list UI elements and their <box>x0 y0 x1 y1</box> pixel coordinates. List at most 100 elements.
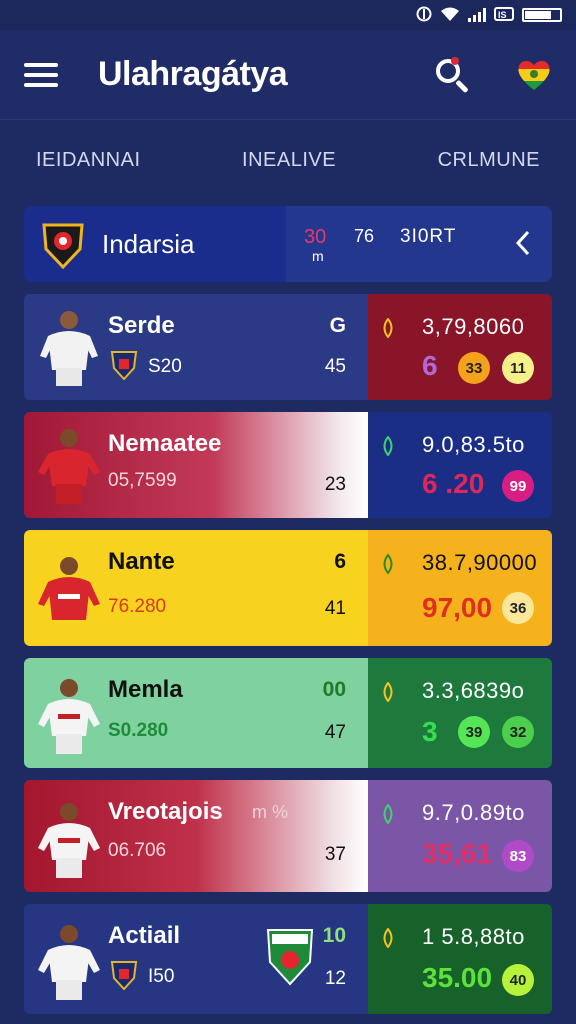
row-number-bottom: 37 <box>324 844 346 865</box>
row-right-panel: 38.7,90000 97,00 36 <box>368 530 552 646</box>
tab-third[interactable]: CRLMUNE <box>438 149 540 172</box>
standings-list: Indarsia 30 m 76 3I0RT Serde S20 G 45 3,… <box>0 206 576 1014</box>
player-avatar <box>40 311 98 386</box>
row-number-top: 10 <box>322 924 346 947</box>
odds-drop-icon <box>383 804 393 824</box>
club-badge-icon <box>110 961 138 990</box>
player-row[interactable]: Serde S20 G 45 3,79,8060 6 33 11 <box>24 294 552 400</box>
team-crest-icon <box>42 223 84 269</box>
player-sub-value: 76.280 <box>108 596 167 617</box>
row-big-value: 35.00 <box>422 962 493 993</box>
row-left-panel: Serde S20 G 45 <box>24 294 368 400</box>
tab-first[interactable]: IEIDANNAI <box>36 149 141 172</box>
tab-second[interactable]: INEALIVE <box>242 149 336 172</box>
row-chip: 33 <box>458 352 490 384</box>
row-left-panel: Nante 76.280 6 41 <box>24 530 368 646</box>
row-left-panel: Memla S0.280 00 47 <box>24 658 368 768</box>
team-header-card[interactable]: Indarsia 30 m 76 3I0RT <box>24 206 552 282</box>
player-avatar <box>38 429 100 504</box>
player-sub-value: I50 <box>148 966 175 987</box>
row-number-bottom: 41 <box>324 598 346 619</box>
chevron-left-icon[interactable] <box>508 228 538 258</box>
row-big-value: 6 <box>422 350 438 381</box>
row-odds-value: 9.7,0.89to <box>422 800 525 825</box>
battery-icon <box>522 8 562 22</box>
player-extra-label: m % <box>252 802 288 822</box>
player-name: Memla <box>108 676 183 703</box>
row-number-bottom: 12 <box>324 968 346 989</box>
tab-bar: IEIDANNAI INEALIVE CRLMUNE <box>0 120 576 200</box>
player-sub-value: 05,7599 <box>108 470 177 491</box>
country-flag-heart-icon[interactable] <box>516 57 552 93</box>
row-number-top: 00 <box>322 678 346 701</box>
player-name: Serde <box>108 312 175 339</box>
row-odds-value: 9.0,83.5to <box>422 432 525 457</box>
row-chip: 83 <box>502 840 534 872</box>
player-row[interactable]: Nemaatee 05,7599 23 9.0,83.5to 6 .20 99 <box>24 412 552 518</box>
status-bar: IS <box>0 0 576 30</box>
row-number-top: 6 <box>334 550 346 573</box>
header-team-name: Indarsia <box>102 228 195 259</box>
row-left-panel: Vreotajois m % 06.706 37 <box>24 780 368 892</box>
odds-drop-icon <box>383 928 393 948</box>
wifi-icon <box>440 6 460 25</box>
row-right-panel: 3.3,6839o 3 39 32 <box>368 658 552 768</box>
row-big-value: 3 <box>422 716 438 747</box>
row-left-panel: Nemaatee 05,7599 23 <box>24 412 368 518</box>
row-right-panel: 9.7,0.89to 35,61 83 <box>368 780 552 892</box>
row-odds-value: 38.7,90000 <box>422 550 538 575</box>
search-icon[interactable] <box>434 56 470 93</box>
row-right-panel: 1 5.8,88to 35.00 40 <box>368 904 552 1014</box>
player-avatar <box>38 679 100 754</box>
player-name: Vreotajois <box>108 798 223 825</box>
row-odds-value: 3.3,6839o <box>422 678 525 703</box>
club-badge-icon <box>110 351 138 380</box>
club-shield-icon <box>266 929 314 986</box>
player-row[interactable]: Actiail I50 10 12 1 5.8,88to 35.00 40 <box>24 904 552 1014</box>
row-big-value: 35,61 <box>422 838 493 869</box>
row-chip: 32 <box>502 716 534 748</box>
row-right-panel: 9.0,83.5to 6 .20 99 <box>368 412 552 518</box>
row-big-value: 97,00 <box>422 592 493 623</box>
row-odds-value: 3,79,8060 <box>422 314 525 339</box>
row-chip: 36 <box>502 592 534 624</box>
row-number-top: G <box>329 314 346 337</box>
row-odds-value: 1 5.8,88to <box>422 924 525 949</box>
signal-icon <box>468 8 486 22</box>
odds-drop-icon <box>383 682 393 702</box>
row-right-panel: 3,79,8060 6 33 11 <box>368 294 552 400</box>
header-stat-b: m <box>312 248 324 264</box>
player-row[interactable]: Memla S0.280 00 47 3.3,6839o 3 39 32 <box>24 658 552 768</box>
row-chip: 39 <box>458 716 490 748</box>
player-name: Nemaatee <box>108 430 222 457</box>
player-avatar <box>38 557 100 620</box>
player-avatar <box>38 925 100 1000</box>
row-number-bottom: 45 <box>324 356 346 377</box>
row-chip: 11 <box>502 352 534 384</box>
row-number-bottom: 23 <box>324 474 346 495</box>
header-stat-a: 30 <box>304 226 327 248</box>
player-row[interactable]: Vreotajois m % 06.706 37 9.7,0.89to 35,6… <box>24 780 552 892</box>
row-chip: 40 <box>502 964 534 996</box>
player-row[interactable]: Nante 76.280 6 41 38.7,90000 97,00 36 <box>24 530 552 646</box>
player-avatar <box>38 803 100 878</box>
player-name: Nante <box>108 548 175 575</box>
svg-text:IS: IS <box>498 10 507 20</box>
player-sub-value: S20 <box>148 356 182 377</box>
player-sub-value: S0.280 <box>108 720 169 741</box>
odds-drop-icon <box>383 436 393 456</box>
player-sub-value: 06.706 <box>108 840 167 861</box>
row-number-bottom: 47 <box>324 722 346 743</box>
row-chip: 99 <box>502 470 534 502</box>
header-stats: 30 m 76 3I0RT <box>282 206 542 282</box>
sim-icon: IS <box>494 6 514 24</box>
odds-drop-icon <box>383 318 393 338</box>
menu-icon[interactable] <box>24 62 58 87</box>
app-title: Ulahragátya <box>98 55 288 93</box>
row-left-panel: Actiail I50 10 12 <box>24 904 368 1014</box>
player-name: Actiail <box>108 922 181 949</box>
header-stat-c: 76 <box>354 226 375 246</box>
header-stat-d: 3I0RT <box>400 226 457 247</box>
app-bar: Ulahragátya <box>0 30 576 120</box>
nfc-icon <box>416 6 432 25</box>
